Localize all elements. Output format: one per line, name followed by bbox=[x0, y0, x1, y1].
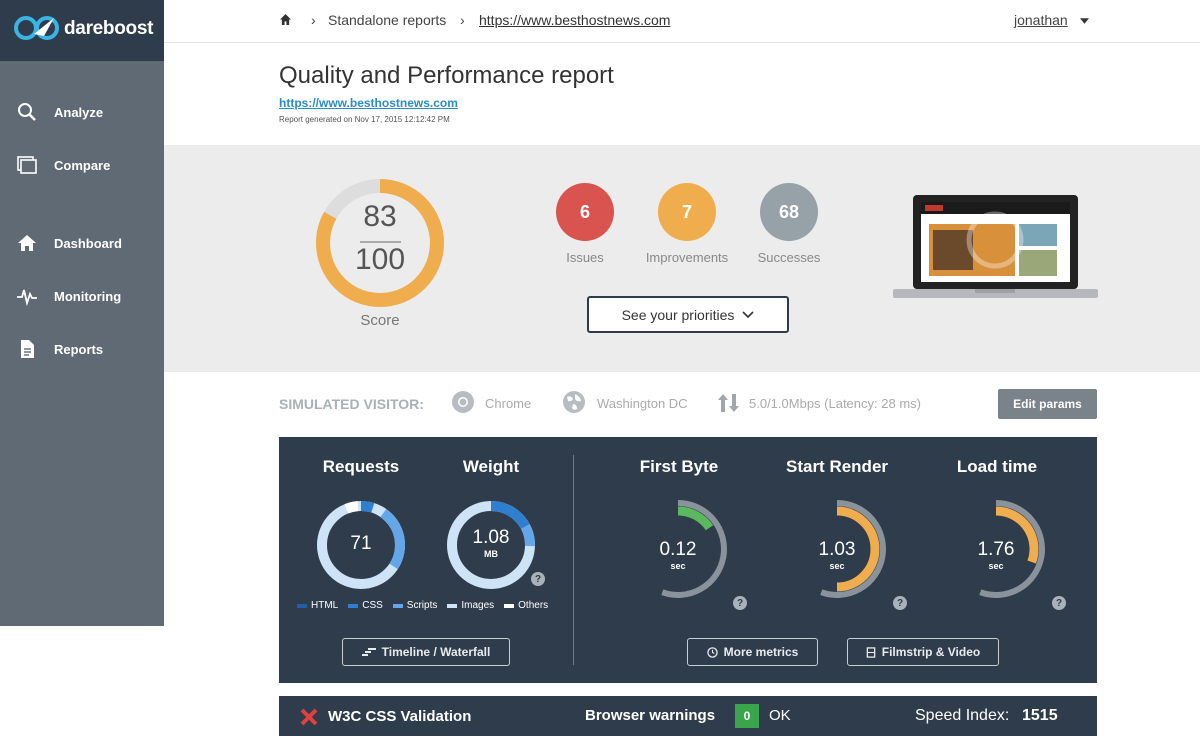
score-max: 100 bbox=[354, 243, 406, 276]
sidebar: dareboost Analyze Compare Dashboard Moni… bbox=[0, 0, 164, 626]
first-byte-value: 0.12 bbox=[659, 539, 697, 560]
score-value: 83 bbox=[363, 200, 397, 233]
weight-title: Weight bbox=[462, 457, 520, 476]
fail-cross-icon bbox=[300, 708, 318, 726]
filmstrip-video-button[interactable]: Filmstrip & Video bbox=[847, 638, 999, 666]
sidebar-item-compare[interactable]: Compare bbox=[0, 148, 164, 182]
load-time-unit: sec bbox=[988, 561, 1004, 571]
load-time-title: Load time bbox=[956, 457, 1038, 476]
see-priorities-button[interactable]: See your priorities bbox=[587, 296, 789, 333]
requests-legend: HTML CSS Scripts Images Others bbox=[297, 600, 548, 611]
breadcrumb-standalone-reports[interactable]: Standalone reports bbox=[328, 12, 446, 28]
edit-params-button[interactable]: Edit params bbox=[998, 389, 1097, 419]
speed-index-label: Speed Index: bbox=[915, 707, 1010, 724]
sidebar-item-label: Reports bbox=[54, 341, 104, 357]
summary-strip: W3C CSS Validation Browser warnings 0 OK… bbox=[279, 696, 1097, 736]
sidebar-item-label: Analyze bbox=[54, 104, 104, 120]
sidebar-item-reports[interactable]: Reports bbox=[0, 332, 164, 366]
sidebar-item-dashboard[interactable]: Dashboard bbox=[0, 226, 164, 260]
improvements-count[interactable]: 7 bbox=[658, 183, 716, 241]
chevron-down-icon[interactable] bbox=[1080, 18, 1089, 24]
successes-label: Successes bbox=[757, 250, 821, 265]
start-render-help-icon[interactable]: ? bbox=[893, 596, 907, 610]
load-time-help-icon[interactable]: ? bbox=[1052, 596, 1066, 610]
sidebar-item-label: Compare bbox=[54, 157, 111, 173]
simulated-visitor-heading: SIMULATED VISITOR: bbox=[279, 396, 424, 412]
page-screenshot-thumbnail[interactable] bbox=[893, 194, 1098, 302]
w3c-css-validation[interactable]: W3C CSS Validation bbox=[328, 708, 471, 725]
sidebar-item-monitoring[interactable]: Monitoring bbox=[0, 279, 164, 313]
successes-count[interactable]: 68 bbox=[760, 183, 818, 241]
requests-value: 71 bbox=[350, 533, 372, 554]
pulse-icon bbox=[17, 289, 37, 306]
issues-count[interactable]: 6 bbox=[556, 183, 614, 241]
globe-icon bbox=[563, 391, 585, 413]
home-icon bbox=[18, 235, 36, 251]
browser-warnings-label: Browser warnings bbox=[585, 707, 716, 724]
weight-value: 1.08 bbox=[472, 527, 510, 548]
issues-label: Issues bbox=[566, 250, 604, 265]
breadcrumb-url-link[interactable]: https://www.besthostnews.com bbox=[479, 12, 670, 28]
top-bar: › Standalone reports › https://www.besth… bbox=[164, 0, 1200, 43]
search-icon bbox=[18, 103, 36, 121]
see-priorities-label: See your priorities bbox=[621, 306, 735, 323]
home-icon[interactable] bbox=[280, 14, 291, 25]
film-icon bbox=[866, 646, 876, 658]
first-byte-unit: sec bbox=[670, 561, 686, 571]
user-menu[interactable]: jonathan bbox=[1014, 12, 1068, 28]
start-render-title: Start Render bbox=[785, 457, 889, 476]
more-metrics-button[interactable]: More metrics bbox=[687, 638, 818, 666]
visitor-location: Washington DC bbox=[597, 396, 688, 411]
improvements-label: Improvements bbox=[645, 250, 729, 265]
brand-bar[interactable]: dareboost bbox=[0, 0, 164, 61]
first-byte-title: First Byte bbox=[639, 457, 719, 476]
load-time-value: 1.76 bbox=[977, 539, 1015, 560]
brand-name: dareboost bbox=[64, 18, 154, 39]
timeline-waterfall-button[interactable]: Timeline / Waterfall bbox=[342, 638, 510, 666]
legend-scripts: Scripts bbox=[392, 600, 437, 611]
clock-icon bbox=[706, 646, 718, 658]
metrics-panel: Requests Weight 71 1.08 MB ? HTML CSS Sc… bbox=[279, 437, 1097, 683]
legend-html: HTML bbox=[297, 600, 338, 611]
bandwidth-arrows-icon bbox=[718, 394, 739, 412]
chrome-icon bbox=[452, 391, 474, 413]
weight-unit: MB bbox=[484, 549, 498, 559]
sidebar-item-analyze[interactable]: Analyze bbox=[0, 95, 164, 129]
weight-help-icon[interactable]: ? bbox=[531, 572, 545, 586]
breadcrumb-separator-icon: › bbox=[460, 12, 465, 28]
legend-images: Images bbox=[447, 600, 494, 611]
report-url-link[interactable]: https://www.besthostnews.com bbox=[279, 96, 458, 110]
document-icon bbox=[21, 340, 34, 358]
sidebar-item-label: Monitoring bbox=[54, 288, 122, 304]
compare-icon bbox=[17, 156, 37, 174]
start-render-value: 1.03 bbox=[818, 539, 856, 560]
chevron-down-icon bbox=[742, 310, 754, 318]
waterfall-icon bbox=[361, 648, 376, 656]
sidebar-item-label: Dashboard bbox=[54, 235, 122, 251]
legend-css: CSS bbox=[348, 600, 383, 611]
first-byte-help-icon[interactable]: ? bbox=[733, 596, 747, 610]
visitor-connection: 5.0/1.0Mbps (Latency: 28 ms) bbox=[749, 396, 921, 411]
warnings-count-badge: 0 bbox=[735, 704, 759, 728]
visitor-browser: Chrome bbox=[485, 396, 532, 411]
panel-divider bbox=[573, 455, 574, 665]
start-render-unit: sec bbox=[829, 561, 845, 571]
breadcrumb-separator-icon: › bbox=[311, 12, 316, 28]
score-label: Score bbox=[360, 312, 400, 329]
page-title: Quality and Performance report bbox=[279, 62, 614, 89]
speed-index-value: 1515 bbox=[1022, 707, 1058, 724]
report-generated-date: Report generated on Nov 17, 2015 12:12:4… bbox=[279, 115, 450, 124]
legend-others: Others bbox=[504, 600, 548, 611]
dareboost-logo-icon bbox=[14, 16, 59, 40]
warnings-status: OK bbox=[769, 707, 791, 724]
requests-title: Requests bbox=[322, 457, 400, 476]
